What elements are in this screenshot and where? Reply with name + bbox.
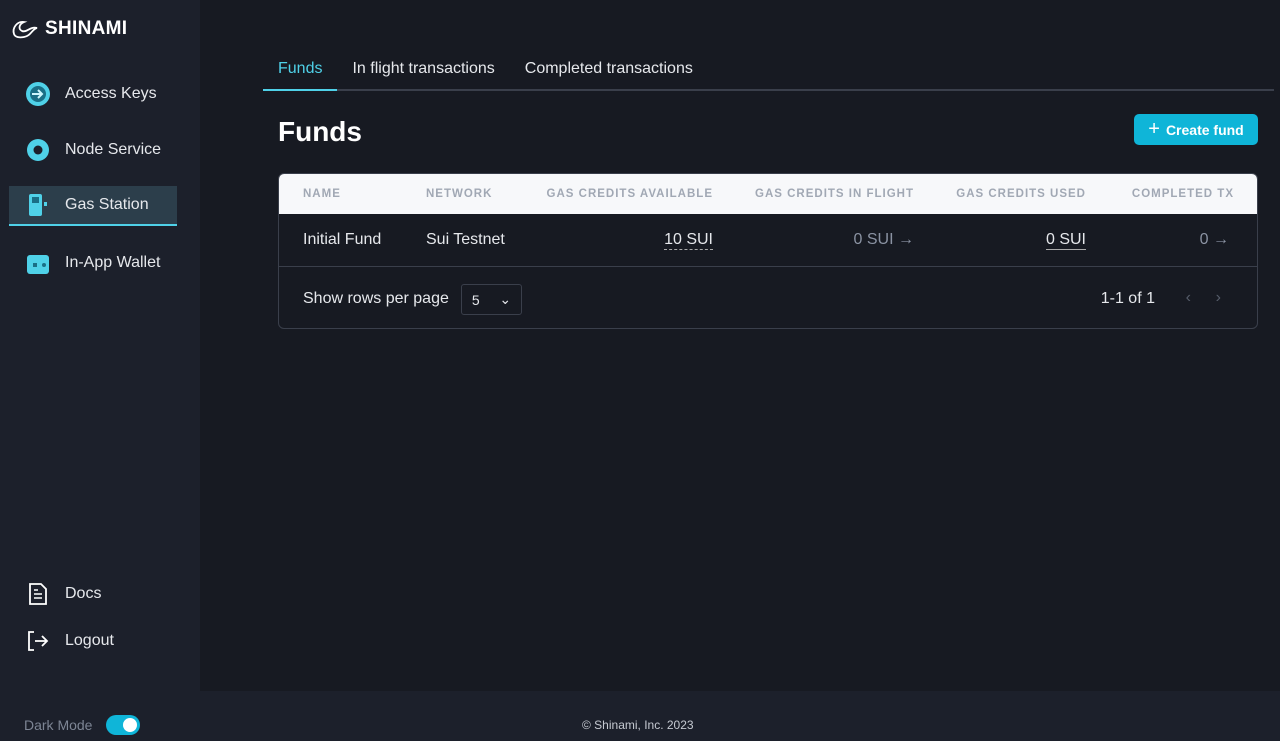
rows-per-page-label: Show rows per page [303, 290, 449, 307]
column-header-name[interactable]: NAME [303, 188, 341, 200]
table-header: NAME NETWORK GAS CREDITS AVAILABLE GAS C… [279, 174, 1257, 214]
sidebar-item-access-keys[interactable]: Access Keys [9, 74, 177, 114]
copyright: © Shinami, Inc. 2023 [582, 718, 694, 732]
pagination: Show rows per page 5 ⌄ 1-1 of 1 ‹ › [279, 267, 1257, 328]
node-icon [25, 137, 51, 163]
credits-in-flight-link[interactable]: 0 SUI → [854, 231, 914, 249]
tab-completed-transactions[interactable]: Completed transactions [510, 52, 708, 91]
sidebar-item-label: Gas Station [65, 196, 149, 213]
fund-network: Sui Testnet [426, 231, 505, 248]
sidebar-item-label: Access Keys [65, 85, 157, 102]
arrow-right-icon: → [898, 231, 914, 248]
fund-name: Initial Fund [303, 231, 382, 248]
sidebar-item-logout[interactable]: Logout [9, 621, 177, 661]
completed-tx-link[interactable]: 0 → [1200, 231, 1229, 249]
plus-icon: + [1148, 118, 1160, 140]
rows-per-page-value: 5 [471, 291, 480, 308]
credits-used[interactable]: 0 SUI [1045, 231, 1086, 250]
column-header-network[interactable]: NETWORK [426, 188, 492, 200]
wallet-icon [25, 250, 51, 276]
rows-per-page-select[interactable]: 5 ⌄ [461, 284, 522, 315]
completed-tx: 0 [1199, 231, 1209, 248]
dark-mode-label: Dark Mode [24, 717, 93, 733]
column-header-available[interactable]: GAS CREDITS AVAILABLE [547, 188, 713, 200]
page-range: 1-1 of 1 [1100, 290, 1155, 307]
page-title: Funds [278, 116, 362, 147]
footer: Dark Mode © Shinami, Inc. 2023 [0, 691, 1280, 741]
sidebar-item-in-app-wallet[interactable]: In-App Wallet [9, 243, 177, 283]
create-fund-label: Create fund [1165, 121, 1244, 138]
column-header-completed[interactable]: COMPLETED TX [1132, 188, 1234, 200]
sidebar-item-label: In-App Wallet [65, 254, 161, 271]
credits-available[interactable]: 10 SUI [664, 231, 713, 250]
sidebar-item-label: Docs [65, 585, 102, 602]
brand-name: SHINAMI [45, 18, 128, 39]
funds-table: NAME NETWORK GAS CREDITS AVAILABLE GAS C… [278, 173, 1258, 329]
table-row[interactable]: Initial Fund Sui Testnet 10 SUI 0 SUI → … [279, 214, 1257, 267]
dark-mode-toggle[interactable] [106, 715, 140, 735]
tab-in-flight-transactions[interactable]: In flight transactions [337, 52, 509, 91]
credits-in-flight: 0 SUI [853, 231, 894, 248]
sidebar-item-gas-station[interactable]: Gas Station [9, 186, 177, 226]
sidebar-item-docs[interactable]: Docs [9, 574, 177, 614]
sidebar: SHINAMI Access Keys Node Service Gas Sta… [0, 0, 200, 741]
arrow-right-icon: → [1213, 231, 1229, 248]
column-header-in-flight[interactable]: GAS CREDITS IN FLIGHT [755, 188, 914, 200]
tab-bar: Funds In flight transactions Completed t… [263, 52, 1274, 91]
logo[interactable]: SHINAMI [11, 18, 127, 40]
tab-funds[interactable]: Funds [263, 52, 338, 91]
chevron-left-icon[interactable]: ‹ [1186, 289, 1191, 307]
sidebar-item-label: Node Service [65, 141, 162, 158]
sidebar-item-label: Logout [65, 632, 114, 649]
create-fund-button[interactable]: + Create fund [1134, 114, 1258, 145]
chevron-down-icon: ⌄ [499, 291, 512, 307]
sidebar-item-node-service[interactable]: Node Service [9, 130, 177, 170]
key-circle-icon [25, 81, 51, 107]
column-header-used[interactable]: GAS CREDITS USED [956, 188, 1086, 200]
chevron-right-icon[interactable]: › [1216, 289, 1221, 307]
document-icon [25, 581, 51, 607]
gas-pump-icon [25, 192, 51, 218]
main-content: Funds In flight transactions Completed t… [200, 0, 1280, 691]
shinami-wave-icon [12, 21, 38, 39]
logout-icon [25, 628, 51, 654]
